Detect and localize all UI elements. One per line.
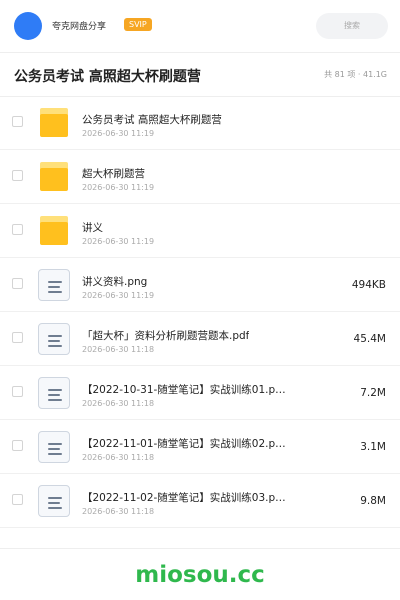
folder-header: 公务员考试 高照超大杯刷题营 共 81 项 · 41.1G: [0, 52, 400, 97]
document-icon: [38, 269, 70, 301]
file-list: 公务员考试 高照超大杯刷题营 2026-06-30 11:19 超大杯刷题营 2…: [0, 96, 400, 528]
folder-meta: 共 81 项 · 41.1G: [324, 70, 387, 79]
select-checkbox[interactable]: [12, 386, 23, 397]
file-name: 【2022-10-31-随堂笔记】实战训练01.p…: [82, 384, 286, 396]
list-item[interactable]: 讲义 2026-06-30 11:19: [0, 204, 400, 258]
page-title: 公务员考试 高照超大杯刷题营: [14, 69, 201, 85]
select-checkbox[interactable]: [12, 440, 23, 451]
avatar[interactable]: [14, 12, 42, 40]
svip-badge: SVIP: [124, 18, 152, 31]
list-item[interactable]: 公务员考试 高照超大杯刷题营 2026-06-30 11:19: [0, 96, 400, 150]
list-item[interactable]: 【2022-10-31-随堂笔记】实战训练01.p… 2026-06-30 11…: [0, 366, 400, 420]
file-size: 7.2M: [360, 387, 386, 399]
file-size: 9.8M: [360, 495, 386, 507]
search-input[interactable]: 搜索: [316, 13, 388, 39]
file-name: 「超大杯」资料分析刷题营题本.pdf: [82, 330, 250, 342]
file-date: 2026-06-30 11:19: [82, 129, 155, 138]
file-date: 2026-06-30 11:19: [82, 237, 155, 246]
select-checkbox[interactable]: [12, 278, 23, 289]
list-item[interactable]: 讲义资料.png 2026-06-30 11:19 494KB: [0, 258, 400, 312]
file-name: 讲义资料.png: [82, 276, 148, 288]
select-checkbox[interactable]: [12, 116, 23, 127]
file-date: 2026-06-30 11:18: [82, 507, 155, 516]
list-item[interactable]: 「超大杯」资料分析刷题营题本.pdf 2026-06-30 11:18 45.4…: [0, 312, 400, 366]
user-name: 夸克网盘分享: [52, 22, 107, 32]
file-name: 讲义: [82, 222, 103, 234]
file-size: 494KB: [351, 279, 386, 291]
select-checkbox[interactable]: [12, 224, 23, 235]
folder-icon: [38, 215, 70, 247]
list-item[interactable]: 超大杯刷题营 2026-06-30 11:19: [0, 150, 400, 204]
file-name: 【2022-11-01-随堂笔记】实战训练02.p…: [82, 438, 286, 450]
folder-icon: [38, 107, 70, 139]
select-checkbox[interactable]: [12, 332, 23, 343]
file-date: 2026-06-30 11:19: [82, 183, 155, 192]
file-name: 【2022-11-02-随堂笔记】实战训练03.p…: [82, 492, 286, 504]
list-item[interactable]: 【2022-11-01-随堂笔记】实战训练02.p… 2026-06-30 11…: [0, 420, 400, 474]
file-name: 公务员考试 高照超大杯刷题营: [82, 114, 222, 126]
document-icon: [38, 377, 70, 409]
document-icon: [38, 323, 70, 355]
file-name: 超大杯刷题营: [82, 168, 145, 180]
document-icon: [38, 485, 70, 517]
select-checkbox[interactable]: [12, 170, 23, 181]
file-date: 2026-06-30 11:19: [82, 291, 155, 300]
watermark: miosou.cc: [135, 562, 265, 588]
list-item[interactable]: 【2022-11-02-随堂笔记】实战训练03.p… 2026-06-30 11…: [0, 474, 400, 528]
folder-icon: [38, 161, 70, 193]
document-icon: [38, 431, 70, 463]
top-bar: 夸克网盘分享 SVIP 搜索: [0, 0, 400, 53]
file-date: 2026-06-30 11:18: [82, 399, 155, 408]
file-size: 3.1M: [360, 441, 386, 453]
file-date: 2026-06-30 11:18: [82, 345, 155, 354]
select-checkbox[interactable]: [12, 494, 23, 505]
file-date: 2026-06-30 11:18: [82, 453, 155, 462]
divider: [0, 548, 400, 549]
file-size: 45.4M: [353, 333, 386, 345]
